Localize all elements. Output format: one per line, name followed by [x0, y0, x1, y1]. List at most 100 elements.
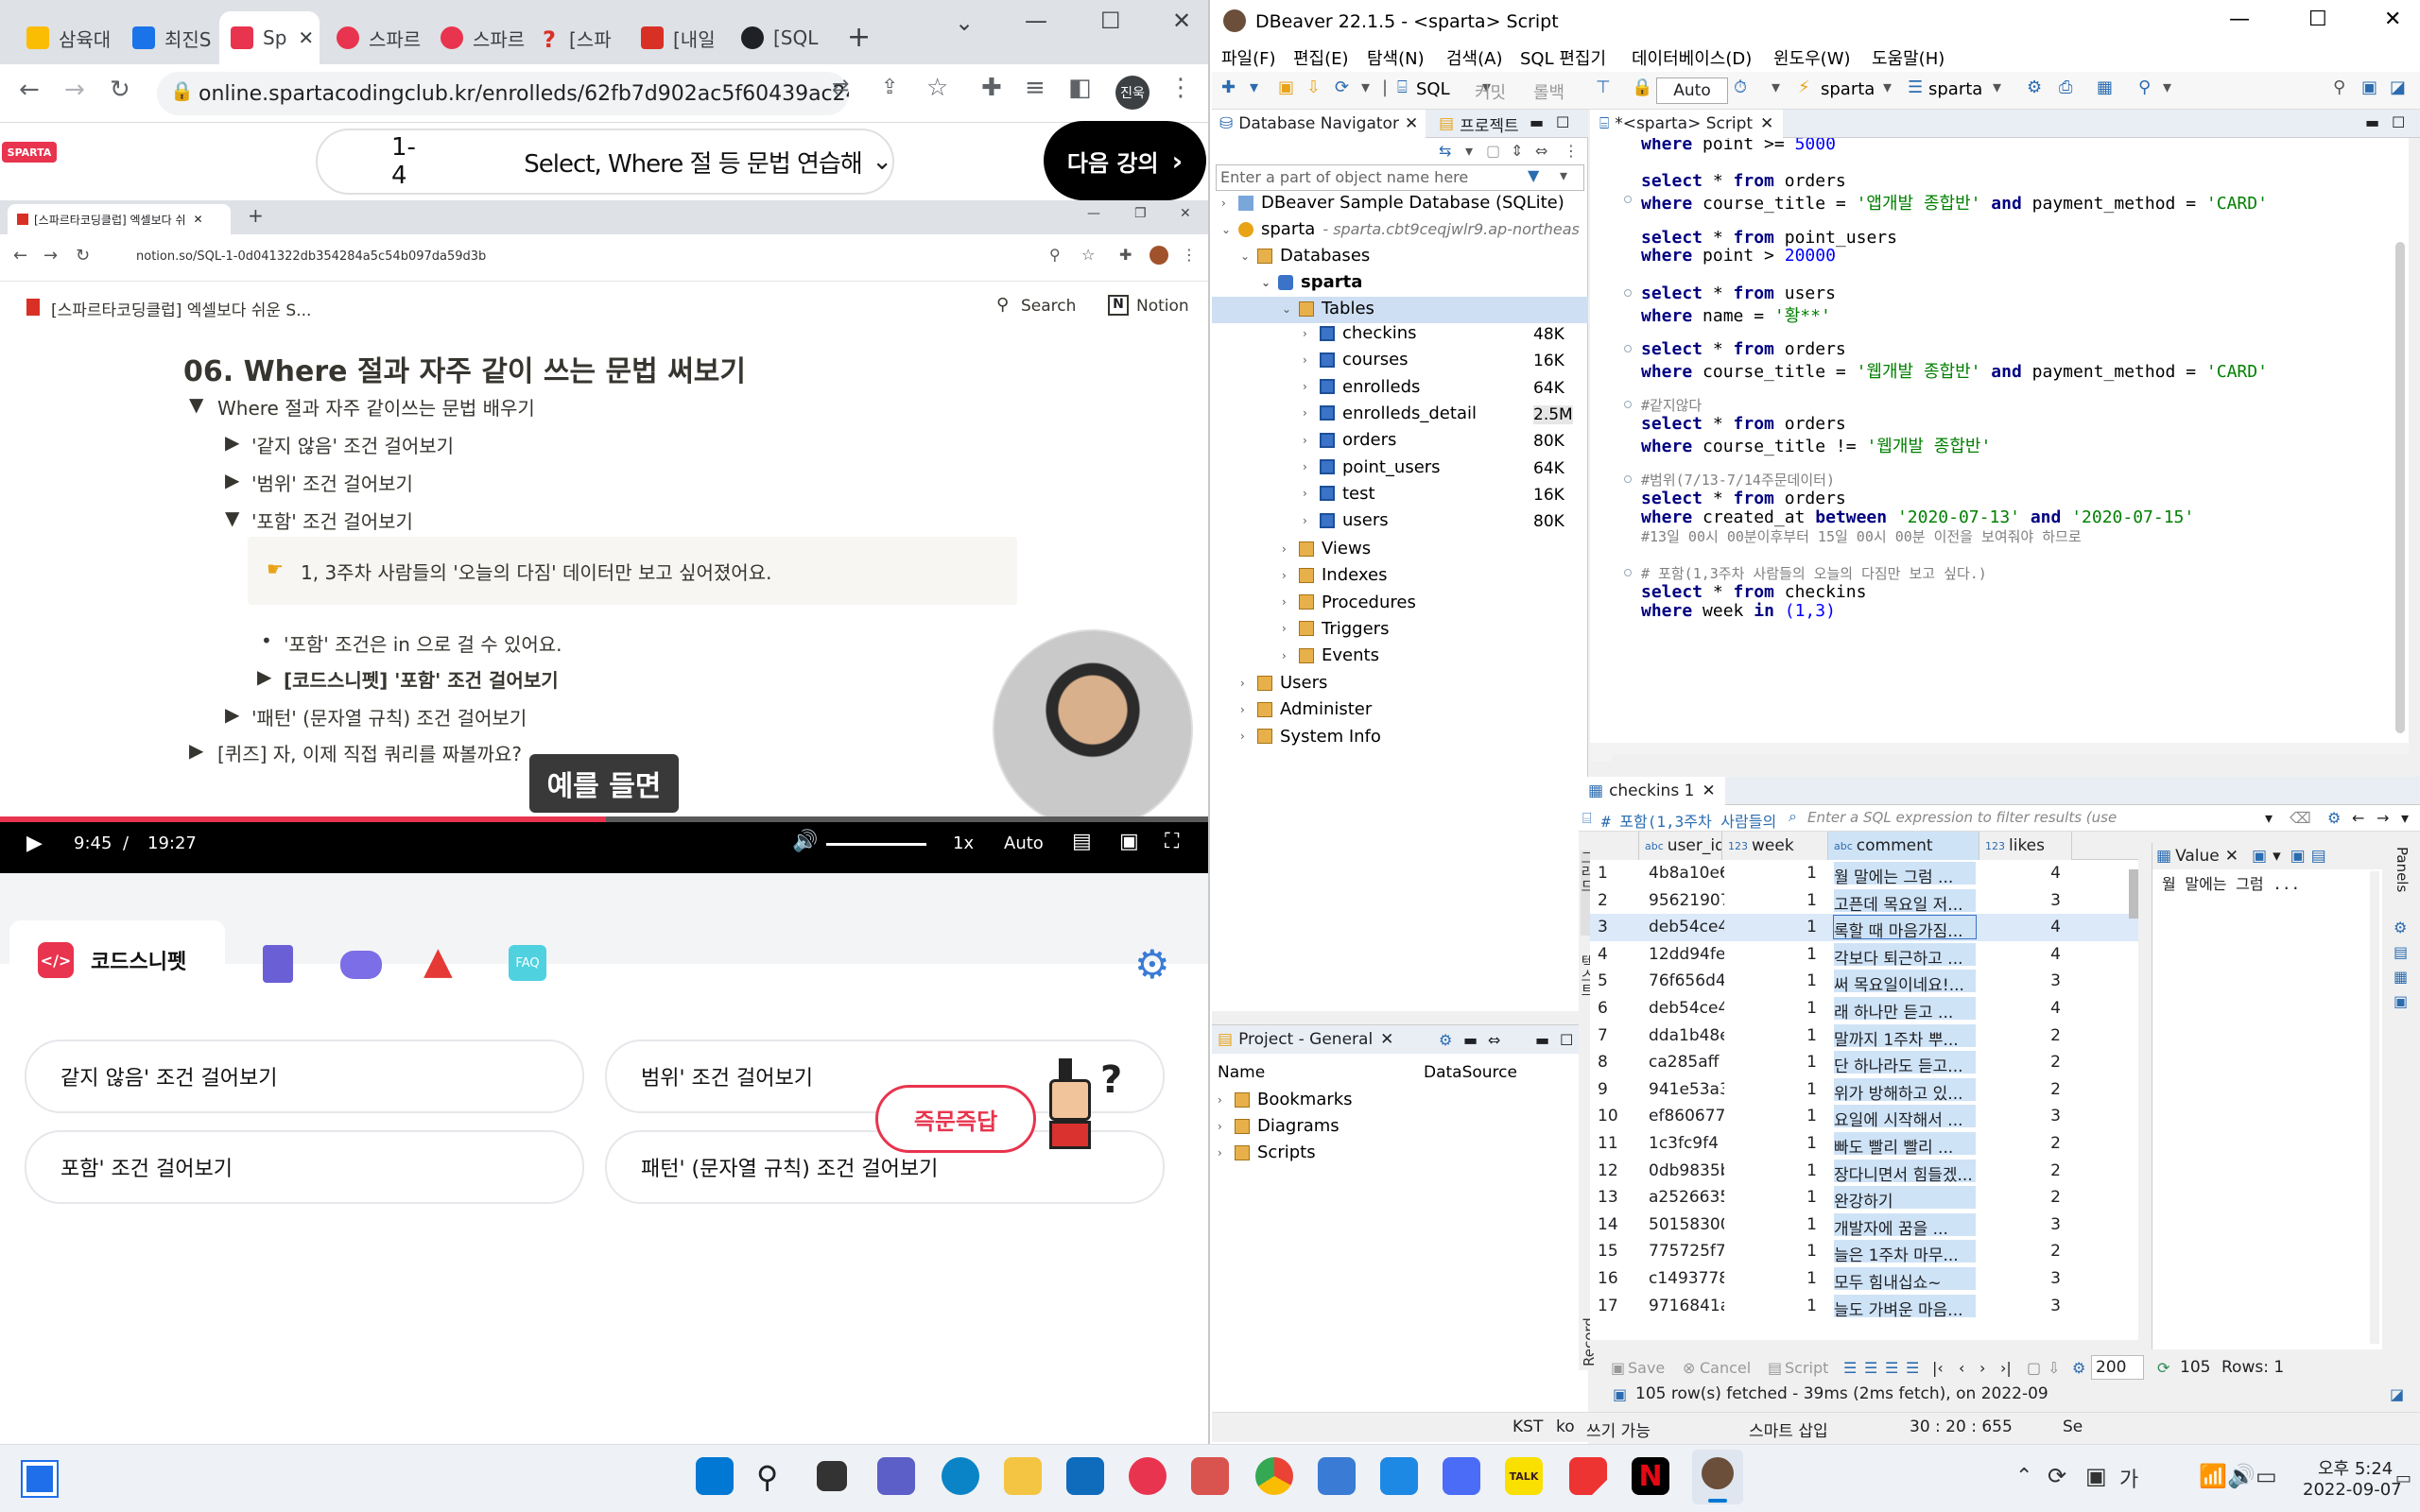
dbeaver-taskbar-active[interactable] — [1692, 1450, 1743, 1504]
grid-cell[interactable]: deb54ce4 — [1649, 918, 1724, 936]
tree-node-folder[interactable]: › Procedures — [1282, 593, 1416, 612]
tree-node-folder[interactable]: › Triggers — [1282, 619, 1389, 639]
dropdown-icon[interactable]: ▾ — [1560, 166, 1567, 184]
menu-file[interactable]: 파일(F) — [1221, 45, 1276, 70]
notes-icon[interactable] — [263, 945, 293, 983]
next-lesson-button[interactable]: 다음 강의 › — [1044, 121, 1206, 200]
app-tray-icon[interactable]: ▣ — [2085, 1463, 2107, 1489]
transaction-mode-icon[interactable]: ⊤ — [1596, 77, 1611, 97]
grid-cell[interactable]: 4 — [1979, 918, 2061, 936]
grid-cell[interactable]: 1 — [1722, 1269, 1817, 1288]
cancel-button[interactable]: Cancel — [1700, 1359, 1751, 1377]
grid-cell[interactable]: 1 — [1722, 999, 1817, 1018]
grid-cell[interactable]: 50158300 — [1649, 1215, 1724, 1234]
tree-node-table[interactable]: › users — [1303, 510, 1389, 530]
grid-scrollbar[interactable] — [2129, 869, 2138, 919]
grid-cell[interactable]: 76f656d4 — [1649, 971, 1724, 990]
browser-tab[interactable]: ? [스파 — [531, 11, 630, 64]
battery-icon[interactable]: ▭ — [2256, 1463, 2277, 1489]
fold-marker-icon[interactable] — [1624, 569, 1632, 577]
dropdown-icon[interactable]: ▾ — [2265, 809, 2273, 827]
menu-database[interactable]: 데이터베이스(D) — [1632, 45, 1752, 70]
panel-icon[interactable]: ▣ — [2394, 992, 2408, 1010]
tab-search-icon[interactable]: ⌄ — [955, 9, 974, 36]
grid-cell[interactable]: 1c3fc9f4 — [1649, 1134, 1724, 1153]
grid-cell[interactable]: 2 — [1979, 1242, 2061, 1261]
grid-cell[interactable]: 3 — [1979, 1215, 2061, 1234]
grid-cell[interactable]: 2 — [1979, 1161, 2061, 1180]
grid-cell[interactable]: 3 — [1979, 971, 2061, 990]
grid-cell[interactable]: 늘은 1주차 마무... — [1834, 1240, 1976, 1263]
grid-cell[interactable]: 4 — [1979, 945, 2061, 964]
table-row[interactable]: 2 95621907 1 고픈데 목요일 저... 3 — [1590, 887, 2138, 915]
bookmark-star-icon[interactable]: ☆ — [926, 74, 948, 102]
dropdown-icon[interactable]: ▾ — [1465, 142, 1473, 160]
project-item-bookmarks[interactable]: › Bookmarks — [1218, 1090, 1353, 1109]
table-row[interactable]: 9 941e53a3 1 위가 방해하고 있... 2 — [1590, 1076, 2138, 1104]
progress-track[interactable] — [0, 816, 1208, 822]
dropdown-icon[interactable]: ▾ — [1250, 77, 1258, 97]
grid-cell[interactable]: 0db9835b — [1649, 1161, 1724, 1180]
maximize-icon[interactable]: ☐ — [1560, 1031, 1573, 1049]
first-page-icon[interactable]: |‹ — [1932, 1359, 1944, 1377]
quality-button[interactable]: Auto — [1004, 833, 1044, 853]
grid-cell[interactable]: 월 말에는 그럼 ... — [1834, 862, 1976, 885]
panel-icon[interactable]: ▦ — [2394, 968, 2408, 986]
pip-icon[interactable]: ▣ — [1119, 830, 1139, 853]
grid-cell[interactable]: 써 목요일이네요!... — [1834, 970, 1976, 993]
tree-node-folder[interactable]: › Indexes — [1282, 565, 1387, 585]
minimize-icon[interactable]: — — [2229, 8, 2250, 31]
tab-close-icon[interactable]: ✕ — [298, 26, 314, 49]
sparta-logo[interactable]: SPARTA — [2, 142, 57, 163]
menu-navigate[interactable]: 탐색(N) — [1367, 45, 1425, 70]
browser-tab-active[interactable]: Sp ✕ — [219, 11, 320, 64]
project-item-diagrams[interactable]: › Diagrams — [1218, 1116, 1340, 1136]
add-row-icon[interactable]: ☰ — [1864, 1359, 1877, 1377]
connect-icon[interactable]: ⇆ — [1439, 142, 1451, 160]
grid-cell[interactable]: 1 — [1722, 1053, 1817, 1072]
menu-sql-editor[interactable]: SQL 편집기 — [1520, 45, 1606, 70]
fold-marker-icon[interactable] — [1624, 345, 1632, 353]
start-icon[interactable] — [696, 1457, 734, 1495]
dropdown-icon[interactable]: ▾ — [2163, 77, 2171, 97]
grid-cell[interactable]: 2 — [1979, 1053, 2061, 1072]
dropdown-icon[interactable]: ▾ — [1883, 77, 1892, 97]
clear-filter-icon[interactable]: ⌫ — [2290, 809, 2311, 827]
grid-hscrollbar[interactable] — [1590, 1340, 2138, 1353]
result-filter-input[interactable]: Enter a SQL expression to filter results… — [1807, 805, 2261, 830]
grid-cell[interactable]: 95621907 — [1649, 891, 1724, 910]
grid-cell[interactable]: 완강하기 — [1834, 1186, 1976, 1210]
panel-icon[interactable]: ⚙ — [2394, 919, 2407, 936]
browser-tab[interactable]: [SQL — [730, 11, 834, 64]
table-row[interactable]: 15 775725f7 1 늘은 1주차 마무... 2 — [1590, 1238, 2138, 1265]
grid-cell[interactable]: 1 — [1722, 1026, 1817, 1045]
grid-cell[interactable]: 1 — [1722, 1297, 1817, 1315]
grid-cell[interactable]: 1 — [1722, 891, 1817, 910]
grid-cell[interactable]: 4b8a10e6 — [1649, 864, 1724, 883]
tab-close-icon[interactable]: ✕ — [1760, 114, 1773, 133]
column-header[interactable]: 123 week — [1722, 832, 1828, 860]
address-bar[interactable]: 🔒 online.spartacodingclub.kr/enrolleds/6… — [157, 72, 849, 115]
tree-node-table[interactable]: › orders — [1303, 430, 1396, 450]
tree-node-folder[interactable]: › Views — [1282, 539, 1371, 558]
grid-cell[interactable]: 1 — [1722, 1215, 1817, 1234]
app-icon[interactable] — [1191, 1457, 1229, 1495]
edit-row-icon[interactable]: ☰ — [1843, 1359, 1857, 1377]
grid-cell[interactable]: 2 — [1979, 1134, 2061, 1153]
tree-node-table[interactable]: › enrolleds_detail — [1303, 404, 1477, 423]
sync-icon[interactable]: ⟳ — [2048, 1463, 2066, 1489]
fold-marker-icon[interactable] — [1624, 288, 1632, 297]
notification-icon[interactable]: ▭ — [2395, 1469, 2411, 1488]
fold-marker-icon[interactable] — [1624, 196, 1632, 204]
grid-cell[interactable]: c1493778 — [1649, 1269, 1724, 1288]
tab-sql-script[interactable]: ⌸ *<sparta> Script ✕ — [1590, 110, 1784, 138]
grid-cell[interactable]: 941e53a3 — [1649, 1080, 1724, 1099]
dropdown-icon[interactable]: ▾ — [2273, 847, 2281, 866]
grid-cell[interactable]: 3 — [1979, 1297, 2061, 1315]
save-icon[interactable]: ▣ — [2290, 847, 2306, 866]
edge-icon[interactable] — [942, 1457, 979, 1495]
table-row[interactable]: 17 9716841a 1 늘도 가벼운 마음... 3 — [1590, 1293, 2138, 1320]
dropdown-icon[interactable]: ▾ — [1361, 77, 1370, 97]
chrome-menu-icon[interactable]: ⋮ — [1168, 74, 1193, 102]
grid-cell[interactable]: deb54ce4 — [1649, 999, 1724, 1018]
